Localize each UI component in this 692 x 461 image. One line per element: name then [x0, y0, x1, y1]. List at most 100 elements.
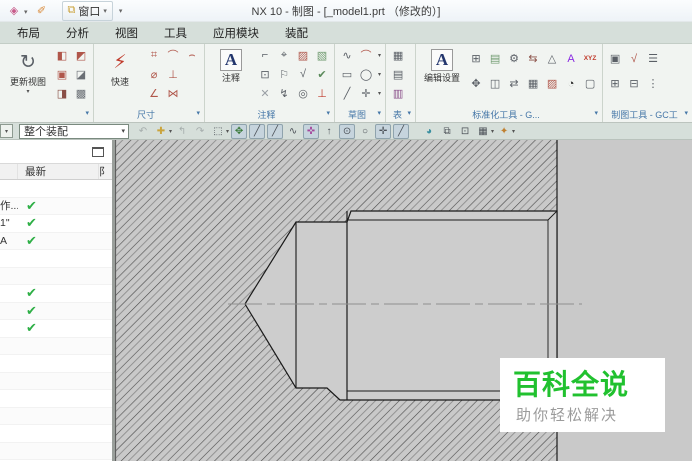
datum-feature-icon[interactable]: ⊡ — [256, 65, 274, 83]
pole-snap-icon[interactable]: ✜ — [303, 123, 320, 139]
navigator-row-11[interactable] — [0, 355, 112, 373]
cell-settings-icon[interactable]: ⚙ — [505, 50, 523, 68]
menu-tab-2[interactable]: 分析 — [53, 22, 102, 44]
angular-dimension-icon[interactable]: ∠ — [145, 84, 163, 102]
view-tool-icon[interactable]: ⊡ — [457, 124, 473, 139]
quadrant-snap-icon[interactable]: ○ — [357, 124, 373, 139]
menu-tab-5[interactable]: 应用模块 — [200, 22, 272, 44]
thickness-dimension-icon[interactable]: ⊥ — [164, 65, 182, 83]
menu-tab-1[interactable]: 布局 — [4, 22, 53, 44]
tabular-note-icon[interactable]: ▤ — [389, 65, 407, 83]
navigator-row-16[interactable] — [0, 442, 112, 460]
line-icon[interactable]: ╱ — [338, 84, 356, 102]
magnifier-icon[interactable]: ◎ — [294, 84, 312, 102]
point-on-line-snap-icon[interactable]: ╱ — [393, 123, 410, 139]
display-tool-icon[interactable]: ▦ — [475, 124, 491, 139]
triangle-mark-icon[interactable]: △ — [543, 50, 561, 68]
break-view-icon[interactable]: ▩ — [72, 84, 90, 102]
selection-scope-combo[interactable]: 整个装配 ▾ — [19, 123, 129, 139]
drawing-canvas[interactable]: 百科全说 助你轻松解决 — [115, 140, 692, 461]
hatch-tool-icon[interactable]: ▨ — [543, 75, 561, 93]
deselect-icon[interactable]: ↶ — [135, 124, 151, 139]
standardization-group-overflow-arrow-icon[interactable]: ▾ — [595, 109, 599, 117]
annotation-group-overflow-arrow-icon[interactable]: ▾ — [326, 109, 330, 117]
import-sheet-icon[interactable]: ⇆ — [524, 50, 542, 68]
section-view-icon[interactable]: ◩ — [72, 46, 90, 64]
update-view-button[interactable]: ↻ 更新视图 ▾ — [5, 46, 51, 96]
drawing-frame-icon[interactable]: ▣ — [606, 50, 624, 68]
align-tool-icon[interactable]: ☰ — [644, 50, 662, 68]
marquee-select-icon[interactable]: ⬚ — [210, 124, 226, 139]
base-view-icon[interactable]: ▣ — [53, 65, 71, 83]
navigator-row-14[interactable] — [0, 407, 112, 425]
weld-symbol-icon[interactable]: ⊥ — [313, 84, 331, 102]
endpoint-snap-icon[interactable]: ╱ — [249, 123, 266, 139]
export-sheet-icon[interactable]: ⇄ — [505, 75, 523, 93]
intersection-symbol-icon[interactable]: ↯ — [275, 84, 293, 102]
datum-target-icon[interactable]: ⌖ — [275, 46, 293, 64]
table-group-overflow-arrow-icon[interactable]: ▾ — [408, 109, 412, 117]
xyz-coordinate-icon[interactable]: XYZ — [581, 50, 599, 68]
edit-settings-button[interactable]: A 编辑设置 — [419, 46, 465, 84]
ordinate-dimension-icon[interactable]: ⋈ — [164, 84, 182, 102]
rectangle-icon[interactable]: ▭ — [338, 65, 356, 83]
measure-tool-icon[interactable]: ✦ — [496, 124, 512, 139]
customize-quick-access-icon[interactable]: ▾ — [119, 7, 123, 15]
center-snap-icon[interactable]: ⊙ — [339, 123, 356, 139]
menu-tab-6[interactable]: 装配 — [272, 22, 321, 44]
intersection-snap-icon[interactable]: ✛ — [375, 123, 392, 139]
profile-icon[interactable]: ∿ — [338, 46, 356, 64]
frame-icon[interactable]: ▢ — [581, 75, 599, 93]
ball-mark-icon[interactable]: ◔ — [562, 75, 580, 93]
parts-list-icon[interactable]: ▥ — [389, 84, 407, 102]
navigator-row-13[interactable] — [0, 390, 112, 408]
navigator-row-3[interactable]: 1" ✔ — [0, 215, 112, 233]
title-block-icon[interactable]: ▤ — [486, 50, 504, 68]
crosshatch-icon[interactable]: ▨ — [294, 46, 312, 64]
attribute-sync-icon[interactable]: ⊞ — [467, 50, 485, 68]
block-icon[interactable]: ▦ — [524, 75, 542, 93]
linear-dimension-icon[interactable]: ⌗ — [145, 46, 163, 64]
menu-tab-3[interactable]: 视图 — [102, 22, 151, 44]
navigator-row-5[interactable] — [0, 250, 112, 268]
roughness-tool-icon[interactable]: √ — [625, 50, 643, 68]
navigator-row-12[interactable] — [0, 372, 112, 390]
list-tool-icon[interactable]: ⊟ — [625, 75, 643, 93]
sheet-settings-icon[interactable]: ⊞ — [606, 75, 624, 93]
arc-length-dimension-icon[interactable]: ⌢ — [183, 46, 201, 64]
sketch-group-dropdown-arrow-icon[interactable]: ▾ — [377, 90, 382, 97]
clip-tool-icon-arrow[interactable]: ▾ — [24, 9, 28, 16]
navigator-row-1[interactable] — [0, 180, 112, 198]
navigator-row-10[interactable] — [0, 337, 112, 355]
borders-zones-icon[interactable]: ◫ — [486, 75, 504, 93]
image-icon[interactable]: ▧ — [313, 46, 331, 64]
navigator-row-7[interactable]: ✔ — [0, 285, 112, 303]
dimension-group-overflow-arrow-icon[interactable]: ▾ — [196, 109, 200, 117]
select-add-icon[interactable]: ✚ — [153, 124, 169, 139]
view-group-overflow-arrow-icon[interactable]: ▾ — [85, 109, 89, 117]
navigator-row-15[interactable] — [0, 425, 112, 443]
drafting-tools-group-overflow-arrow-icon[interactable]: ▾ — [684, 109, 688, 117]
balloon-icon[interactable]: ⚐ — [275, 65, 293, 83]
text-style-icon[interactable]: A — [562, 50, 580, 68]
menu-tab-4[interactable]: 工具 — [151, 22, 200, 44]
no-symbol-icon[interactable]: ✕ — [256, 84, 274, 102]
projected-view-icon[interactable]: ◨ — [53, 84, 71, 102]
point-on-curve-snap-icon[interactable]: ∿ — [285, 124, 301, 139]
navigator-row-4[interactable]: A ✔ — [0, 232, 112, 250]
detail-view-icon[interactable]: ◪ — [72, 65, 90, 83]
surface-finish-icon[interactable]: √ — [294, 65, 312, 83]
note-button[interactable]: A 注释 — [208, 46, 254, 84]
navigator-row-2[interactable]: 作... ✔ — [0, 197, 112, 215]
marquee-select-icon-arrow-icon[interactable]: ▾ — [226, 128, 229, 135]
rapid-dimension-button[interactable]: ⚡ 快速 — [97, 46, 143, 88]
display-tool-icon-arrow-icon[interactable]: ▾ — [491, 128, 494, 135]
more-tools-icon[interactable]: ⋮ — [644, 75, 662, 93]
sketch-group-dropdown-arrow-icon[interactable]: ▾ — [377, 52, 382, 59]
check-symbol-icon[interactable]: ✔ — [313, 65, 331, 83]
table-icon[interactable]: ▦ — [389, 46, 407, 64]
previous-selection-icon[interactable]: ↰ — [174, 124, 190, 139]
circle-icon[interactable]: ◯ — [357, 65, 375, 83]
chamfer-dimension-icon[interactable]: ⌒ — [164, 46, 182, 64]
view-style-dropdown[interactable]: ▾ — [0, 124, 13, 138]
